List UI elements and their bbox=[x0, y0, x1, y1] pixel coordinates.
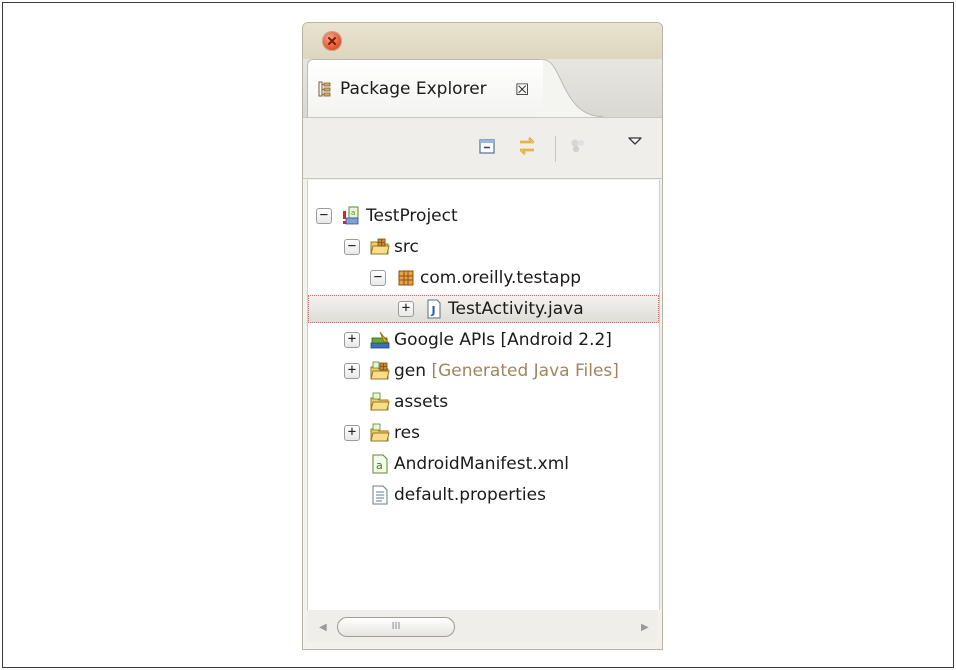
tree-row-assets[interactable]: assets bbox=[308, 388, 659, 416]
collapse-all-icon bbox=[479, 139, 495, 154]
tab-package-explorer[interactable]: Package Explorer ☒ bbox=[307, 59, 547, 117]
tree-row-default-properties[interactable]: default.properties bbox=[308, 481, 659, 509]
expand-toggle[interactable]: + bbox=[344, 363, 360, 379]
svg-text:a: a bbox=[376, 459, 383, 472]
source-folder-icon bbox=[370, 238, 390, 255]
close-icon bbox=[328, 37, 336, 45]
collapse-toggle[interactable]: − bbox=[316, 208, 332, 224]
tree-row-manifest[interactable]: a AndroidManifest.xml bbox=[308, 450, 659, 478]
title-bar bbox=[303, 23, 662, 59]
tab-close-button[interactable]: ☒ bbox=[515, 80, 529, 99]
expand-toggle[interactable]: + bbox=[344, 425, 360, 441]
android-project-icon: a bbox=[343, 206, 359, 225]
tree-row-testactivity[interactable]: + J TestActivity.java bbox=[308, 295, 659, 323]
scroll-left-arrow-icon[interactable]: ◀ bbox=[319, 622, 327, 633]
tree-label: assets bbox=[394, 392, 449, 412]
close-window-button[interactable] bbox=[322, 31, 342, 51]
collapse-toggle[interactable]: − bbox=[370, 270, 386, 286]
view-menu-icon bbox=[628, 137, 642, 145]
view-toolbar bbox=[303, 118, 662, 179]
link-with-editor-button[interactable] bbox=[515, 134, 539, 158]
tree-row-res[interactable]: + res bbox=[308, 419, 659, 447]
scrollbar-thumb[interactable]: III bbox=[337, 617, 455, 637]
filter-button[interactable] bbox=[567, 134, 591, 158]
library-icon bbox=[370, 331, 390, 349]
tab-curve-decoration bbox=[543, 59, 604, 117]
view-tab-strip: Package Explorer ☒ bbox=[303, 59, 662, 118]
folder-icon bbox=[370, 392, 390, 411]
text-file-icon bbox=[372, 485, 388, 505]
tree-label: gen [Generated Java Files] bbox=[394, 361, 619, 381]
filter-icon bbox=[571, 139, 584, 153]
tree-label-decoration: [Generated Java Files] bbox=[431, 361, 619, 381]
java-file-icon: J bbox=[427, 299, 441, 319]
svg-text:a: a bbox=[351, 209, 355, 217]
tree-label: default.properties bbox=[394, 485, 546, 505]
scroll-right-arrow-icon[interactable]: ▶ bbox=[641, 622, 649, 633]
tree-label-text: gen bbox=[394, 361, 427, 381]
link-with-editor-icon bbox=[519, 137, 535, 155]
tree-row-src[interactable]: − src bbox=[308, 233, 659, 261]
tree-label: Google APIs [Android 2.2] bbox=[394, 330, 612, 350]
tree-label: src bbox=[394, 237, 419, 257]
expand-toggle[interactable]: + bbox=[398, 301, 414, 317]
tree-row-testproject[interactable]: − a TestProject bbox=[308, 202, 659, 230]
folder-icon bbox=[370, 423, 390, 442]
horizontal-scrollbar[interactable]: ◀ III ▶ bbox=[307, 610, 658, 642]
tree-row-google-apis[interactable]: + Google APIs [Android 2.2] bbox=[308, 326, 659, 354]
tree-label: com.oreilly.testapp bbox=[420, 268, 582, 288]
tree-label: AndroidManifest.xml bbox=[394, 454, 570, 474]
manifest-icon: a bbox=[372, 454, 388, 474]
tree-row-package[interactable]: − com.oreilly.testapp bbox=[308, 264, 659, 292]
tree-label: res bbox=[394, 423, 420, 443]
tab-title: Package Explorer bbox=[340, 79, 487, 99]
package-tree: − a TestProject − src − com.oreilly.test… bbox=[307, 180, 660, 610]
view-menu-button[interactable] bbox=[623, 130, 647, 154]
package-icon bbox=[398, 270, 414, 286]
tree-label: TestActivity.java bbox=[448, 299, 584, 319]
gen-folder-icon bbox=[370, 361, 390, 380]
expand-toggle[interactable]: + bbox=[344, 332, 360, 348]
toolbar-separator bbox=[555, 136, 556, 162]
tree-label: TestProject bbox=[366, 206, 458, 226]
tree-row-gen[interactable]: + gen [Generated Java Files] bbox=[308, 357, 659, 385]
package-explorer-icon bbox=[318, 81, 331, 97]
collapse-all-button[interactable] bbox=[475, 134, 499, 158]
svg-text:J: J bbox=[431, 304, 436, 317]
package-explorer-window: Package Explorer ☒ − a TestProject − src… bbox=[302, 22, 663, 650]
collapse-toggle[interactable]: − bbox=[344, 239, 360, 255]
